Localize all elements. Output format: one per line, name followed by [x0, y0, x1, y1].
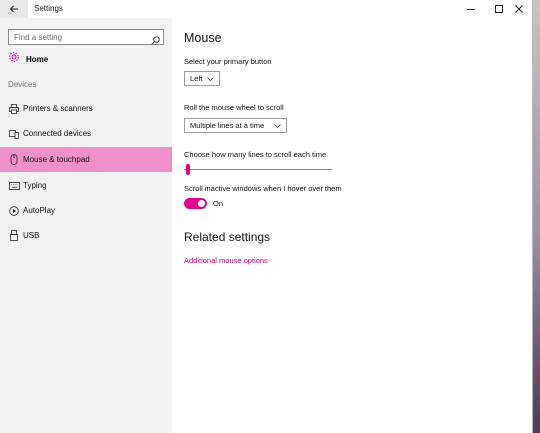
printer-icon	[8, 103, 20, 115]
primary-button-label: Select your primary button	[184, 57, 272, 66]
chevron-down-icon	[274, 122, 281, 131]
sidebar-item-connected-devices[interactable]: Connected devices	[0, 121, 172, 146]
autoplay-icon	[8, 205, 20, 217]
sidebar-item-label: AutoPlay	[23, 206, 56, 215]
slider-thumb[interactable]	[186, 164, 190, 175]
home-label: Home	[26, 54, 49, 64]
search-input[interactable]	[14, 31, 144, 43]
sidebar-item-label: Connected devices	[23, 129, 92, 138]
back-arrow-icon	[9, 0, 19, 18]
back-button[interactable]	[0, 0, 28, 18]
home-link[interactable]: Home	[8, 51, 168, 67]
inactive-scroll-label: Scroll inactive windows when I hover ove…	[184, 184, 342, 193]
chevron-down-icon	[207, 75, 214, 84]
primary-button-dropdown[interactable]: Left	[184, 71, 220, 86]
title-bar: Settings	[0, 0, 532, 18]
section-heading-devices: Devices	[8, 80, 37, 89]
sidebar-item-printers-scanners[interactable]: Printers & scanners	[0, 96, 172, 121]
scroll-mode-value: Multiple lines at a time	[190, 121, 265, 130]
inactive-scroll-toggle[interactable]	[184, 198, 207, 209]
lines-to-scroll-slider[interactable]	[184, 162, 332, 176]
search-box[interactable]	[8, 29, 164, 45]
primary-button-value: Left	[190, 74, 203, 83]
maximize-icon	[495, 0, 503, 18]
toggle-state-text: On	[213, 199, 224, 208]
sidebar-item-label: Mouse & touchpad	[23, 155, 90, 164]
lines-to-scroll-label: Choose how many lines to scroll each tim…	[184, 150, 327, 159]
mouse-icon	[8, 154, 20, 166]
sidebar-item-label: Typing	[23, 181, 47, 190]
toggle-knob	[198, 200, 205, 207]
search-icon[interactable]	[151, 32, 160, 50]
sidebar-item-mouse-touchpad[interactable]: Mouse & touchpad	[0, 147, 172, 172]
close-button[interactable]	[506, 0, 532, 18]
main-content: Mouse Select your primary button Left Ro…	[172, 18, 532, 433]
connected-devices-icon	[8, 128, 20, 140]
sidebar: Home Devices Printers & scanners Connect…	[0, 18, 172, 433]
minimize-button[interactable]	[458, 0, 484, 18]
sidebar-item-autoplay[interactable]: AutoPlay	[0, 198, 172, 223]
close-icon	[515, 0, 523, 18]
settings-window: Settings Home	[0, 0, 532, 433]
sidebar-item-label: Printers & scanners	[23, 104, 93, 113]
page-title: Mouse	[184, 31, 222, 45]
sidebar-item-label: USB	[23, 231, 40, 240]
gear-icon	[8, 50, 20, 68]
minimize-icon	[467, 0, 475, 18]
usb-icon	[8, 230, 20, 242]
inactive-scroll-setting: On	[184, 198, 223, 209]
scroll-mode-dropdown[interactable]: Multiple lines at a time	[184, 118, 287, 133]
sidebar-item-usb[interactable]: USB	[0, 223, 172, 248]
sidebar-item-typing[interactable]: Typing	[0, 173, 172, 198]
keyboard-icon	[8, 180, 20, 192]
slider-track	[184, 169, 332, 170]
window-title: Settings	[34, 4, 63, 13]
additional-mouse-options-link[interactable]: Additional mouse options	[184, 256, 268, 265]
scroll-wheel-label: Roll the mouse wheel to scroll	[184, 103, 284, 112]
related-settings-heading: Related settings	[184, 230, 271, 244]
